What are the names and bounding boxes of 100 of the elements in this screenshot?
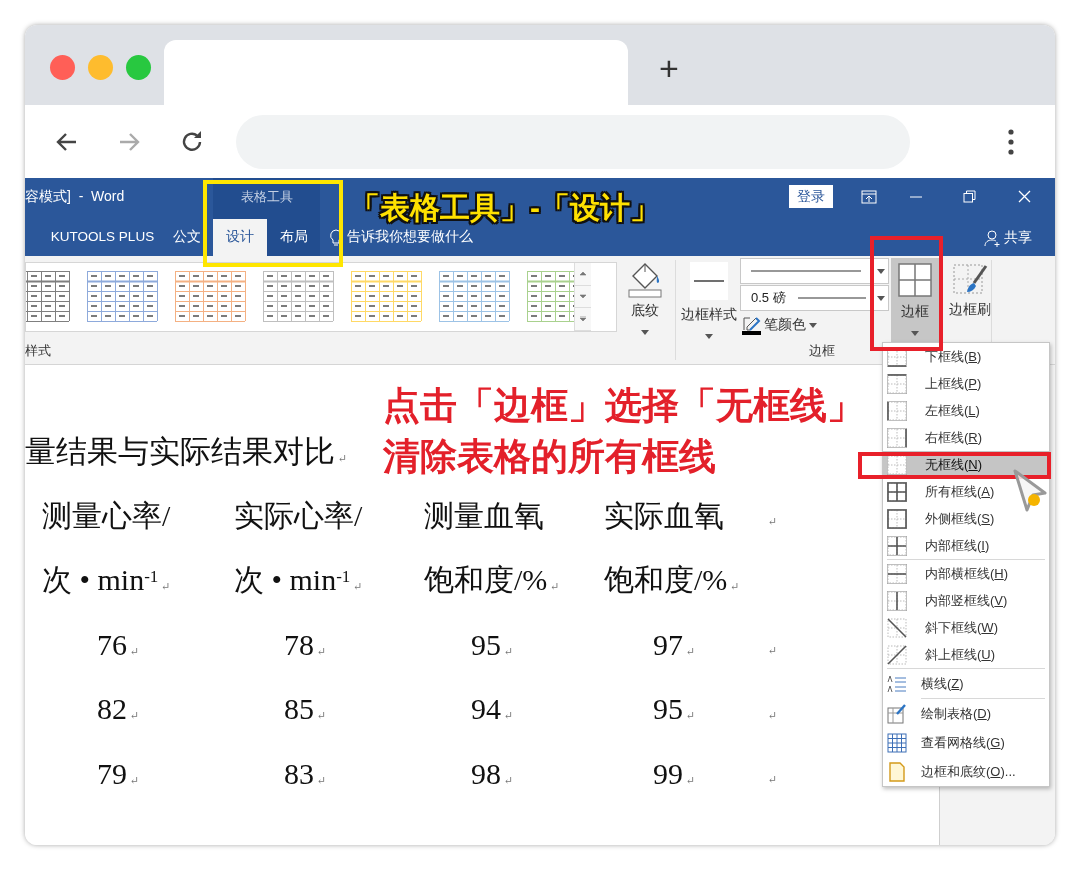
menu-item[interactable]: 上框线(P) xyxy=(883,370,1049,397)
table-cell: 99 xyxy=(653,756,683,790)
grid-icon xyxy=(887,732,907,753)
caret-icon xyxy=(809,322,817,328)
close-window-button[interactable] xyxy=(50,55,75,80)
annotation-text: 「表格工具」-「设计」 xyxy=(350,190,660,226)
paragraph-mark: ↵ xyxy=(730,580,740,593)
table-cell: 饱和度/% xyxy=(424,563,548,597)
paragraph-mark: ↵ xyxy=(130,709,140,722)
pen-color-label: 笔颜色 xyxy=(764,316,806,334)
caret-icon xyxy=(877,268,885,274)
paragraph-mark: ↵ xyxy=(353,580,363,593)
menu-item[interactable]: 右框线(R) xyxy=(883,424,1049,451)
scroll-up-icon[interactable] xyxy=(579,270,587,277)
border-icon xyxy=(887,535,907,556)
border-icon xyxy=(887,400,907,421)
border-icon xyxy=(887,644,907,665)
row-end-mark: ↵ xyxy=(768,515,778,528)
horizontal-line-icon xyxy=(887,673,907,694)
ribbon-tab[interactable]: 设计 xyxy=(213,219,267,256)
draw-table-icon xyxy=(887,703,907,724)
caret-icon xyxy=(641,330,649,336)
line-weight-value: 0.5 磅 xyxy=(751,289,786,308)
table-cell: 测量血氧 xyxy=(424,498,544,532)
table-cell: 实际血氧 xyxy=(604,498,724,532)
paragraph-mark: ↵ xyxy=(686,773,696,786)
line-weight-dropdown[interactable]: 0.5 磅 xyxy=(740,285,889,311)
pen-icon xyxy=(742,315,762,336)
table-cell: 85 xyxy=(284,692,314,726)
table-style-thumbnail[interactable] xyxy=(87,271,158,322)
menu-item[interactable]: 外侧框线(S) xyxy=(883,505,1049,532)
menu-item[interactable]: 斜下框线(W) xyxy=(883,614,1049,641)
menu-item[interactable]: 绘制表格(D) xyxy=(883,699,1049,728)
ribbon-tab[interactable]: 公文 xyxy=(160,219,213,256)
table-style-thumbnail[interactable] xyxy=(439,271,510,322)
row-end-mark: ↵ xyxy=(768,708,778,721)
more-styles-icon[interactable] xyxy=(579,316,587,323)
menu-item[interactable]: 横线(Z) xyxy=(883,669,1049,698)
share-button[interactable]: 共享 xyxy=(1004,227,1032,248)
line-style-icon xyxy=(751,269,861,273)
brush-icon xyxy=(952,263,988,297)
paragraph-mark: ↵ xyxy=(317,773,327,786)
line-weight-icon xyxy=(797,296,866,300)
group-label: 样式 xyxy=(25,342,51,360)
menu-item[interactable]: 下框线(B) xyxy=(883,343,1049,370)
more-icon[interactable] xyxy=(1008,128,1014,155)
paragraph-mark: ↵ xyxy=(686,644,696,657)
group-label: 边框 xyxy=(809,342,835,360)
new-tab-button[interactable]: + xyxy=(655,51,683,85)
line-style-dropdown[interactable] xyxy=(740,258,889,284)
paragraph-mark: ↵ xyxy=(161,580,171,593)
menu-item[interactable]: 内部框线(I) xyxy=(883,532,1049,559)
document-heading: 量结果与实际结果对比 xyxy=(25,434,335,469)
menu-item[interactable]: 左框线(L) xyxy=(883,397,1049,424)
table-style-thumbnail[interactable] xyxy=(175,271,246,322)
border-icon xyxy=(887,563,907,584)
border-icon xyxy=(887,427,907,448)
caret-icon xyxy=(877,295,885,301)
person-icon xyxy=(984,228,1002,247)
table-cell: 94 xyxy=(471,692,501,726)
ribbon-tab[interactable]: KUTOOLS PLUS xyxy=(45,219,160,256)
menu-item[interactable]: 边框和底纹(O)... xyxy=(883,757,1049,786)
table-cell: 97 xyxy=(653,627,683,661)
border-icon xyxy=(887,590,907,611)
paragraph-mark: ↵ xyxy=(504,773,514,786)
page-icon xyxy=(887,761,907,782)
annotation-text: 清除表格的所有框线 xyxy=(383,435,716,479)
border-icon xyxy=(887,454,907,475)
table-cell: 实际心率/ xyxy=(234,498,363,532)
restore-icon[interactable] xyxy=(963,190,976,203)
table-cell: 95 xyxy=(471,627,501,661)
paragraph-mark: ↵ xyxy=(550,580,560,593)
menu-item[interactable]: 斜上框线(U) xyxy=(883,641,1049,668)
paragraph-mark: ↵ xyxy=(338,452,348,464)
table-cell: 次 • min$^{-1}$ xyxy=(42,563,159,597)
menu-item[interactable]: 内部横框线(H) xyxy=(883,560,1049,587)
table-style-thumbnail[interactable] xyxy=(263,271,334,322)
borders-button[interactable]: 边框 xyxy=(891,258,939,342)
scroll-down-icon[interactable] xyxy=(579,293,587,300)
table-cell: 82 xyxy=(97,692,127,726)
table-cell: 98 xyxy=(471,756,501,790)
paragraph-mark: ↵ xyxy=(317,709,327,722)
close-icon[interactable] xyxy=(1018,190,1031,203)
paragraph-mark: ↵ xyxy=(686,709,696,722)
border-styles-label: 边框样式 xyxy=(681,306,737,324)
paragraph-mark: ↵ xyxy=(317,644,327,657)
annotation-text: 点击「边框」选择「无框线」 xyxy=(383,384,864,428)
row-end-mark: ↵ xyxy=(768,644,778,657)
table-cell: 83 xyxy=(284,756,314,790)
shading-label: 底纹 xyxy=(631,302,659,320)
border-grid-icon xyxy=(898,263,932,297)
line-sample-icon xyxy=(690,262,728,300)
tell-me-search[interactable]: 告诉我你想要做什么 xyxy=(347,227,473,248)
table-cell: 76 xyxy=(97,627,127,661)
sign-in-button[interactable]: 登录 xyxy=(789,185,833,208)
menu-item[interactable]: 内部竖框线(V) xyxy=(883,587,1049,614)
paragraph-mark: ↵ xyxy=(504,709,514,722)
menu-item[interactable]: 查看网格线(G) xyxy=(883,728,1049,757)
caret-icon xyxy=(705,334,713,340)
ribbon-display-icon[interactable] xyxy=(861,189,877,204)
